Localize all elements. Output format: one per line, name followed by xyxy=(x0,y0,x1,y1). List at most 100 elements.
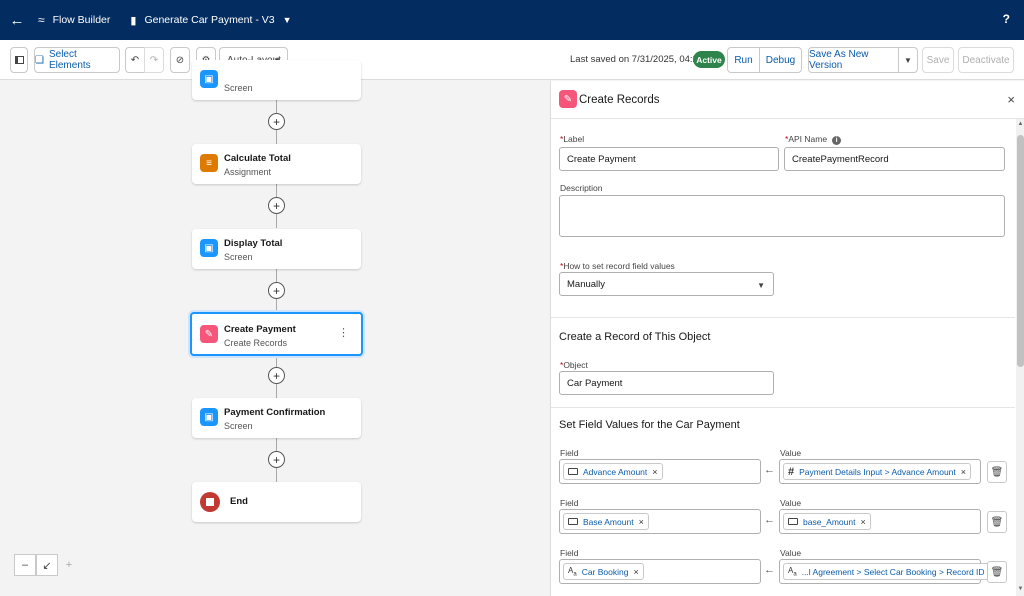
plus-icon: + xyxy=(272,114,280,129)
back-arrow-icon[interactable]: ← xyxy=(2,12,32,29)
undo-button[interactable]: ↶ xyxy=(125,47,145,73)
flow-node-payment-confirmation[interactable]: ▣ Payment Confirmation Screen xyxy=(192,398,361,438)
flow-node-create-payment[interactable]: ✎ Create Payment Create Records ⋮ xyxy=(190,312,363,356)
remove-icon[interactable]: × xyxy=(961,467,966,477)
value-pill[interactable]: # Payment Details Input > Advance Amount × xyxy=(783,463,972,480)
help-icon[interactable]: ? xyxy=(1003,12,1010,26)
flow-node-end[interactable]: End xyxy=(192,482,361,522)
add-element-button[interactable]: + xyxy=(268,113,285,130)
select-elements-label: Select Elements xyxy=(48,49,91,71)
minus-icon: – xyxy=(21,559,29,571)
object-section-title: Create a Record of This Object xyxy=(559,331,711,343)
top-nav-bar: ← ≈ Flow Builder ▮ Generate Car Payment … xyxy=(0,0,1024,40)
value-picker[interactable]: base_Amount × xyxy=(779,509,981,534)
redo-button[interactable]: ↷ xyxy=(144,47,164,73)
flow-builder-icon: ≈ xyxy=(38,13,45,27)
api-name-input[interactable]: CreatePaymentRecord xyxy=(784,147,1005,171)
zoom-out-button[interactable]: – xyxy=(14,554,36,576)
chevron-down-icon: ▼ xyxy=(904,55,912,65)
trash-icon: 🗑 xyxy=(990,516,1004,528)
plus-icon: + xyxy=(272,198,280,213)
value-column-label: Value xyxy=(780,548,802,558)
remove-icon[interactable]: × xyxy=(633,567,638,577)
description-field-label: Description xyxy=(560,183,603,193)
screen-icon: ▣ xyxy=(200,70,218,88)
scroll-up-icon[interactable]: ▲ xyxy=(1016,121,1024,127)
description-textarea[interactable] xyxy=(559,195,1005,237)
toolbar: ❏ Select Elements ↶ ↷ ⊘ ⚙ Auto-Layout ▼ … xyxy=(0,40,1024,80)
label-input[interactable]: Create Payment xyxy=(559,147,779,171)
value-picker[interactable]: # Payment Details Input > Advance Amount × xyxy=(779,459,981,484)
label-field-label: *Label xyxy=(560,134,585,144)
panel-title: Create Records xyxy=(579,94,660,106)
zoom-in-button[interactable]: + xyxy=(58,554,80,576)
field-pill[interactable]: Aa Car Booking × xyxy=(563,563,644,580)
delete-row-button[interactable]: 🗑 xyxy=(987,561,1007,583)
create-records-icon: ✎ xyxy=(200,325,218,343)
info-icon[interactable]: i xyxy=(832,136,842,145)
node-subtitle: Screen xyxy=(224,83,253,93)
add-element-button[interactable]: + xyxy=(268,451,285,468)
field-pill[interactable]: Advance Amount × xyxy=(563,463,663,480)
delete-row-button[interactable]: 🗑 xyxy=(987,461,1007,483)
plus-icon: + xyxy=(272,283,280,298)
remove-icon[interactable]: × xyxy=(639,517,644,527)
properties-panel: ✎ Create Records × *Label Create Payment… xyxy=(550,81,1024,596)
flow-node-display-total[interactable]: ▣ Display Total Screen xyxy=(192,229,361,269)
field-picker[interactable]: Advance Amount × xyxy=(559,459,761,484)
save-options-dropdown[interactable]: ▼ xyxy=(898,47,918,73)
flow-node-screen[interactable]: ▣ Screen xyxy=(192,60,361,100)
more-options-icon[interactable]: ⋮ xyxy=(338,326,349,339)
currency-field-icon xyxy=(568,518,578,525)
arrow-left-icon: ← xyxy=(764,464,775,476)
currency-field-icon xyxy=(568,468,578,475)
scrollbar-thumb[interactable] xyxy=(1017,135,1024,367)
collapse-arrows-icon: ↙ xyxy=(42,559,52,572)
chevron-down-icon[interactable]: ▼ xyxy=(283,15,292,25)
arrow-left-icon: ← xyxy=(764,564,775,576)
cancel-debug-button[interactable]: ⊘ xyxy=(170,47,190,73)
trash-icon: 🗑 xyxy=(990,566,1004,578)
delete-row-button[interactable]: 🗑 xyxy=(987,511,1007,533)
how-to-set-select[interactable]: Manually ▼ xyxy=(559,272,774,296)
value-column-label: Value xyxy=(780,448,802,458)
stop-icon xyxy=(200,492,220,512)
field-pill[interactable]: Base Amount × xyxy=(563,513,649,530)
add-element-button[interactable]: + xyxy=(268,367,285,384)
flow-node-calculate-total[interactable]: ≡ Calculate Total Assignment xyxy=(192,144,361,184)
field-column-label: Field xyxy=(560,548,579,558)
close-icon[interactable]: × xyxy=(1007,92,1015,107)
currency-field-icon xyxy=(788,518,798,525)
remove-icon[interactable]: × xyxy=(652,467,657,477)
select-icon: ❏ xyxy=(35,54,44,66)
value-pill[interactable]: Aa ...l Agreement > Select Car Booking > … xyxy=(783,563,1000,580)
debug-button[interactable]: Debug xyxy=(759,47,802,73)
toggle-panel-button[interactable] xyxy=(10,47,28,73)
panel-header: ✎ Create Records × xyxy=(551,81,1024,119)
select-elements-button[interactable]: ❏ Select Elements xyxy=(34,47,120,73)
app-label: Flow Builder xyxy=(52,14,111,26)
field-values-section-title: Set Field Values for the Car Payment xyxy=(559,419,740,431)
how-to-set-field-label: *How to set record field values xyxy=(560,261,675,271)
remove-icon[interactable]: × xyxy=(860,517,865,527)
add-element-button[interactable]: + xyxy=(268,282,285,299)
document-icon: ▮ xyxy=(130,14,137,27)
scroll-down-icon[interactable]: ▼ xyxy=(1016,586,1024,592)
save-button[interactable]: Save xyxy=(922,47,954,73)
field-picker[interactable]: Base Amount × xyxy=(559,509,761,534)
object-field-label: *Object xyxy=(560,360,588,370)
value-picker[interactable]: Aa ...l Agreement > Select Car Booking > … xyxy=(779,559,1000,584)
fit-view-button[interactable]: ↙ xyxy=(36,554,58,576)
redo-icon: ↷ xyxy=(149,54,159,66)
flow-canvas[interactable]: ▣ Screen + ≡ Calculate Total Assignment … xyxy=(0,60,550,596)
save-as-new-version-button[interactable]: Save As New Version xyxy=(808,47,899,73)
node-title: Payment Confirmation xyxy=(224,407,326,418)
field-picker[interactable]: Aa Car Booking × xyxy=(559,559,761,584)
deactivate-button[interactable]: Deactivate xyxy=(958,47,1014,73)
run-button[interactable]: Run xyxy=(727,47,760,73)
plus-icon: + xyxy=(272,452,280,467)
value-pill[interactable]: base_Amount × xyxy=(783,513,871,530)
node-subtitle: Screen xyxy=(224,421,253,431)
object-input[interactable]: Car Payment xyxy=(559,371,774,395)
add-element-button[interactable]: + xyxy=(268,197,285,214)
